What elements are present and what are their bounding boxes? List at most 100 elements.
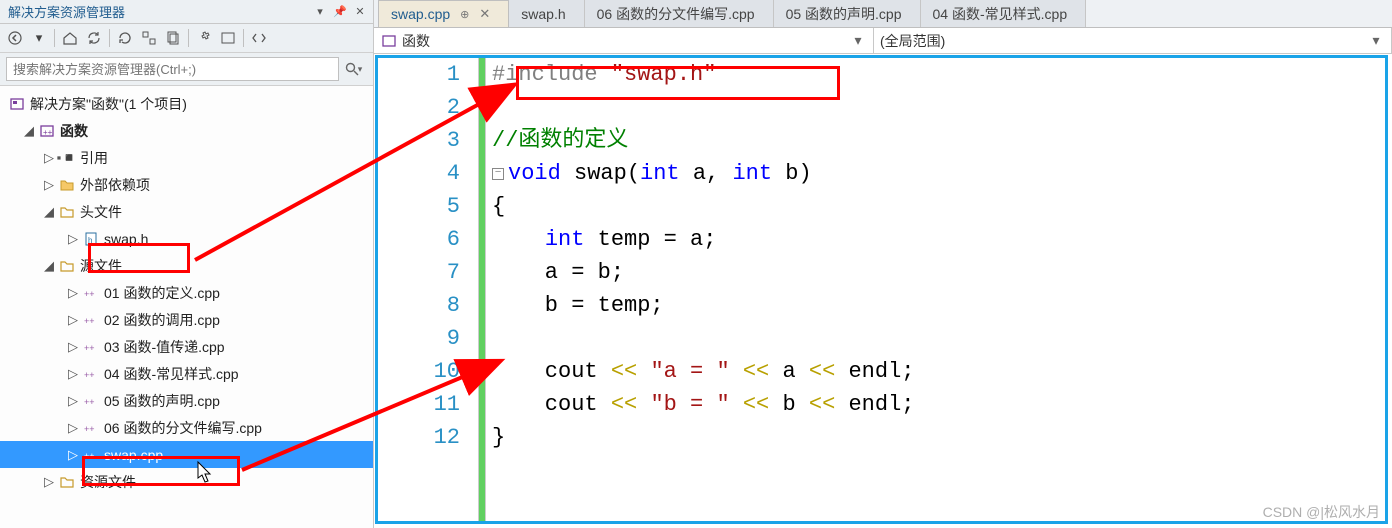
toolbar-separator xyxy=(54,29,55,47)
line-number: 9 xyxy=(378,322,460,355)
code-line[interactable]: cout << "a = " << a << endl; xyxy=(492,355,1385,388)
expander-closed-icon[interactable]: ▷ xyxy=(66,367,80,381)
dropdown-icon[interactable]: ▾ xyxy=(311,3,329,21)
solution-explorer-title: 解决方案资源管理器 xyxy=(8,2,311,21)
expander-closed-icon[interactable]: ▷ xyxy=(66,340,80,354)
code-body[interactable]: #include "swap.h" //函数的定义−void swap(int a… xyxy=(486,58,1385,521)
chevron-down-icon[interactable]: ▾ xyxy=(849,32,867,49)
line-number: 7 xyxy=(378,256,460,289)
search-icon[interactable]: ▾ xyxy=(339,57,367,81)
properties-icon[interactable] xyxy=(193,27,215,49)
external-deps-label: 外部依赖项 xyxy=(80,175,150,195)
code-line[interactable]: b = temp; xyxy=(492,289,1385,322)
headers-folder-label: 头文件 xyxy=(80,202,122,222)
source-file-node[interactable]: ▷++04 函数-常见样式.cpp xyxy=(0,360,373,387)
pin-icon[interactable]: ⊕ xyxy=(460,8,469,21)
code-line[interactable]: −void swap(int a, int b) xyxy=(492,157,1385,190)
code-line[interactable]: int temp = a; xyxy=(492,223,1385,256)
view-code-icon[interactable] xyxy=(248,27,270,49)
forward-icon[interactable]: ▾ xyxy=(28,27,50,49)
expander-closed-icon[interactable]: ▷ xyxy=(42,151,56,165)
expander-closed-icon[interactable]: ▷ xyxy=(66,448,80,462)
project-icon: ++ xyxy=(38,122,56,140)
search-input[interactable] xyxy=(6,57,339,81)
code-line[interactable]: cout << "b = " << b << endl; xyxy=(492,388,1385,421)
expander-open-icon[interactable]: ◢ xyxy=(22,124,36,138)
references-node[interactable]: ▷ ▪◾ 引用 xyxy=(0,144,373,171)
tab-label: swap.h xyxy=(521,6,565,22)
document-tab[interactable]: 06 函数的分文件编写.cpp xyxy=(585,0,774,27)
folder-icon xyxy=(58,473,76,491)
fold-toggle-icon[interactable]: − xyxy=(492,168,504,180)
headers-folder-node[interactable]: ◢ 头文件 xyxy=(0,198,373,225)
document-tab[interactable]: swap.h xyxy=(509,0,584,27)
svg-text:++: ++ xyxy=(84,424,95,434)
references-label: 引用 xyxy=(80,148,108,168)
code-line[interactable]: a = b; xyxy=(492,256,1385,289)
header-file-node[interactable]: ▷ h swap.h xyxy=(0,225,373,252)
tab-label: 04 函数-常见样式.cpp xyxy=(933,4,1068,24)
expander-open-icon[interactable]: ◢ xyxy=(42,259,56,273)
back-icon[interactable] xyxy=(4,27,26,49)
document-tab[interactable]: 04 函数-常见样式.cpp xyxy=(921,0,1087,27)
folder-icon xyxy=(58,176,76,194)
line-number: 3 xyxy=(378,124,460,157)
external-deps-node[interactable]: ▷ 外部依赖项 xyxy=(0,171,373,198)
expander-closed-icon[interactable]: ▷ xyxy=(66,394,80,408)
source-file-label: 02 函数的调用.cpp xyxy=(104,310,220,330)
document-tab[interactable]: swap.cpp⊕✕ xyxy=(378,0,509,27)
chevron-down-icon[interactable]: ▾ xyxy=(1367,32,1385,49)
nav-scope-right[interactable]: (全局范围) ▾ xyxy=(874,28,1392,53)
expander-closed-icon[interactable]: ▷ xyxy=(66,286,80,300)
cpp-file-icon: ++ xyxy=(82,365,100,383)
pin-icon[interactable]: 📌 xyxy=(331,3,349,21)
document-tab[interactable]: 05 函数的声明.cpp xyxy=(774,0,921,27)
collapse-all-icon[interactable] xyxy=(138,27,160,49)
source-file-node[interactable]: ▷++swap.cpp xyxy=(0,441,373,468)
solution-icon xyxy=(8,95,26,113)
expander-open-icon[interactable]: ◢ xyxy=(42,205,56,219)
preview-icon[interactable] xyxy=(217,27,239,49)
nav-scope-left[interactable]: 函数 ▾ xyxy=(374,28,874,53)
toolbar-separator xyxy=(188,29,189,47)
solution-tree: 解决方案"函数"(1 个项目) ◢ ++ 函数 ▷ ▪◾ 引用 ▷ 外部依赖项 … xyxy=(0,86,373,528)
line-number: 4 xyxy=(378,157,460,190)
source-file-node[interactable]: ▷++01 函数的定义.cpp xyxy=(0,279,373,306)
project-node[interactable]: ◢ ++ 函数 xyxy=(0,117,373,144)
solution-explorer-search: ▾ xyxy=(0,53,373,86)
cpp-file-icon: ++ xyxy=(82,338,100,356)
close-icon[interactable]: ✕ xyxy=(479,6,490,22)
resources-folder-node[interactable]: ▷ 资源文件 xyxy=(0,468,373,495)
code-line[interactable]: { xyxy=(492,190,1385,223)
source-file-node[interactable]: ▷++03 函数-值传递.cpp xyxy=(0,333,373,360)
svg-text:++: ++ xyxy=(84,289,95,299)
expander-closed-icon[interactable]: ▷ xyxy=(66,313,80,327)
code-line[interactable]: #include "swap.h" xyxy=(492,58,1385,91)
source-file-node[interactable]: ▷++06 函数的分文件编写.cpp xyxy=(0,414,373,441)
close-icon[interactable]: ✕ xyxy=(351,3,369,21)
expander-closed-icon[interactable]: ▷ xyxy=(42,475,56,489)
source-file-node[interactable]: ▷++02 函数的调用.cpp xyxy=(0,306,373,333)
source-file-node[interactable]: ▷++05 函数的声明.cpp xyxy=(0,387,373,414)
cpp-file-icon: ++ xyxy=(82,446,100,464)
solution-node[interactable]: 解决方案"函数"(1 个项目) xyxy=(0,90,373,117)
expander-closed-icon[interactable]: ▷ xyxy=(42,178,56,192)
code-editor[interactable]: 123456789101112 #include "swap.h"//函数的定义… xyxy=(375,55,1388,524)
solution-explorer-header-icons: ▾ 📌 ✕ xyxy=(311,3,369,21)
refresh-icon[interactable] xyxy=(114,27,136,49)
project-label: 函数 xyxy=(60,121,88,141)
svg-text:h: h xyxy=(88,236,92,245)
code-line[interactable]: //函数的定义 xyxy=(492,124,1385,157)
show-all-files-icon[interactable] xyxy=(162,27,184,49)
tab-label: 05 函数的声明.cpp xyxy=(786,4,902,24)
nav-scope-right-label: (全局范围) xyxy=(880,31,945,51)
expander-closed-icon[interactable]: ▷ xyxy=(66,421,80,435)
svg-text:++: ++ xyxy=(43,128,53,137)
expander-closed-icon[interactable]: ▷ xyxy=(66,232,80,246)
home-icon[interactable] xyxy=(59,27,81,49)
code-line[interactable]: } xyxy=(492,421,1385,454)
sources-folder-node[interactable]: ◢ 源文件 xyxy=(0,252,373,279)
sync-icon[interactable] xyxy=(83,27,105,49)
code-line[interactable] xyxy=(492,91,1385,124)
code-line[interactable] xyxy=(492,322,1385,355)
